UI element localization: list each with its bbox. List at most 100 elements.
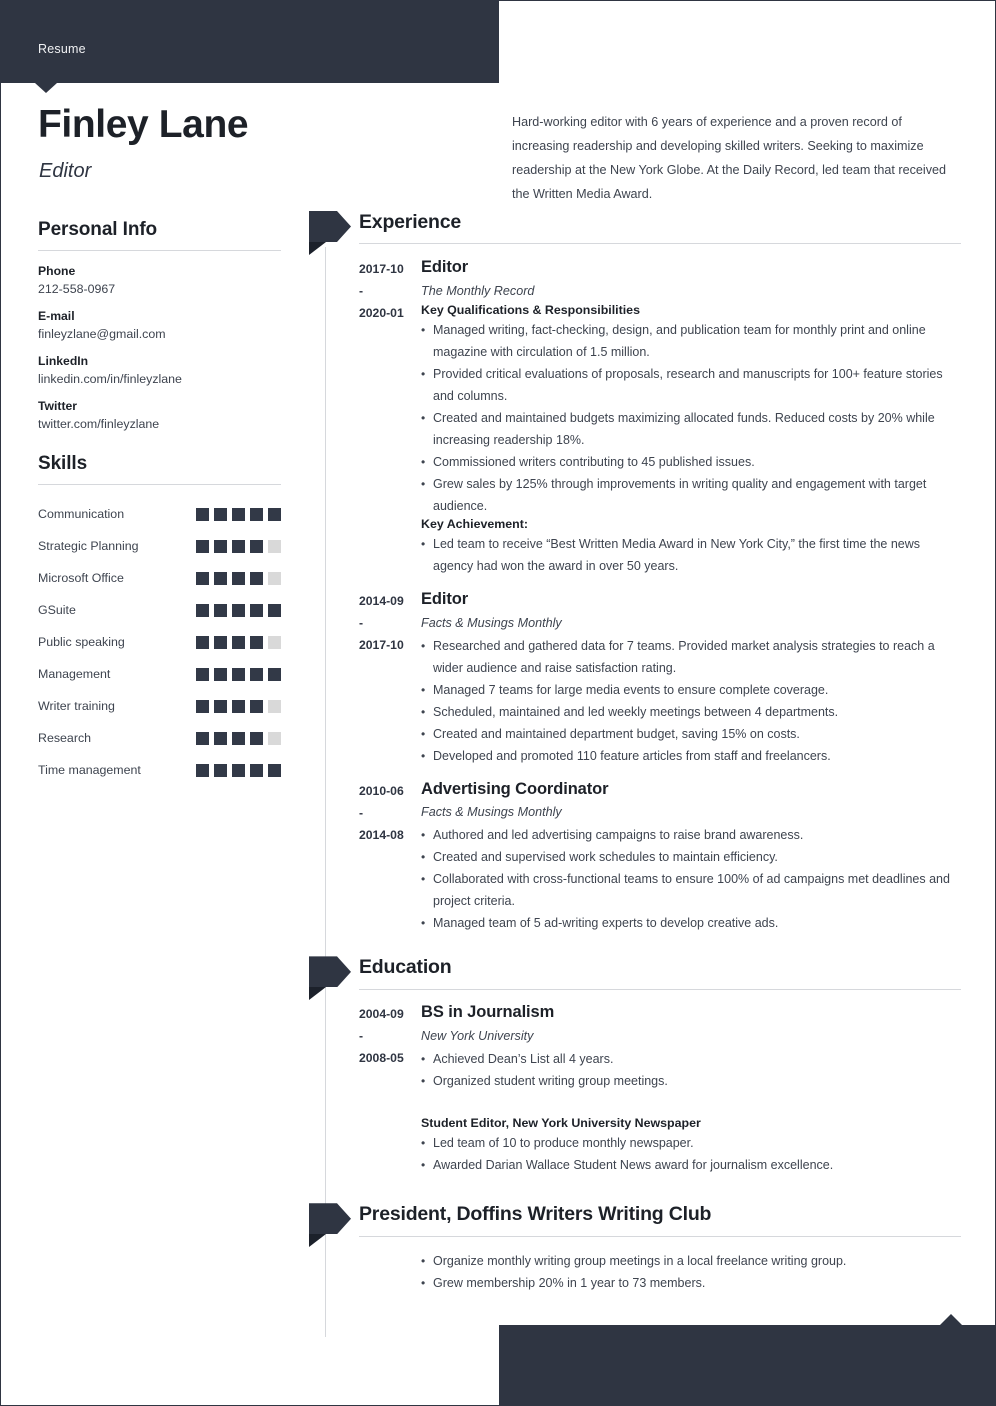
header-bar: Resume [1,1,499,83]
skill-square-filled [214,667,227,681]
skill-row: Management [38,658,281,690]
personal-info-label: Twitter [38,399,78,413]
bullet-item: Collaborated with cross-functional teams… [421,868,961,912]
entry-body: BS in Journalism New York University Achie… [411,1003,961,1176]
entry-date-start: 2004-09 - [359,1007,404,1044]
club-divider [359,1235,961,1237]
skill-level-meter [196,667,281,681]
entry: 2017-10 - 2020-01 Editor The Monthly Record… [309,245,961,577]
skill-level-meter [196,603,281,617]
skill-row: Public speaking [38,626,281,658]
education-section-header: Education [309,956,961,1001]
entry: 2014-09 - 2017-10 Editor Facts & Musings Mo… [309,577,961,767]
skill-square-filled [214,507,227,521]
skill-row: Strategic Planning [38,530,281,562]
skill-square-filled [232,699,245,713]
bullet-item: Grew membership 20% in 1 year to 73 memb… [421,1272,961,1294]
skill-square-filled [232,667,245,681]
skill-level-meter [196,507,281,521]
skill-square-filled [196,571,209,585]
experience-heading: Experience [359,211,462,233]
bullet-item: Authored and led advertising campaigns t… [421,824,961,846]
skill-square-empty [268,731,281,745]
entry-role: Editor [421,589,469,608]
skill-level-meter [196,763,281,777]
entry-subheading-secondary: Key Achievement: [421,516,528,531]
entry-date-start: 2014-09 - [359,593,404,630]
personal-info-section: Personal Info Phone 212-558-0967 E-mail fin… [38,219,281,431]
skill-level-meter [196,699,281,713]
entry-dates: 2014-09 - 2017-10 [309,590,411,767]
personal-info-list: Phone 212-558-0967 E-mail finleyzlane@gmail… [38,264,281,431]
ribbon-marker-icon [309,1203,351,1248]
entry-bullets: Achieved Dean’s List all 4 years.Organiz… [421,1048,961,1092]
skill-square-empty [268,571,281,585]
entry-bullets: Managed writing, fact-checking, design, … [421,319,961,517]
bullet-item: Led team of 10 to produce monthly newspa… [421,1132,961,1154]
skill-name: Strategic Planning [38,539,139,553]
bullet-item: Managed team of 5 ad-writing experts to … [421,912,961,934]
skill-square-filled [250,635,263,649]
education-heading: Education [359,956,452,979]
skill-square-filled [196,635,209,649]
skill-square-filled [214,635,227,649]
sidebar: Personal Info Phone 212-558-0967 E-mail fin… [38,219,281,786]
skill-level-meter [196,731,281,745]
bullet-item: Scheduled, maintained and led weekly mee… [421,701,961,723]
personal-info-label: LinkedIn [38,354,89,368]
bullet-item: Organize monthly writing group meetings … [421,1250,961,1272]
personal-info-item: E-mail finleyzlane@gmail.com [38,309,281,341]
ribbon-marker-icon [309,956,351,1001]
skill-name: Microsoft Office [38,571,124,585]
entry-date-start: 2017-10 - [359,262,404,298]
entry-date-end: 2020-01 [359,306,404,320]
bullet-item: Led team to receive “Best Written Media … [421,533,961,577]
skill-square-filled [250,507,263,521]
personal-info-value: twitter.com/finleyzlane [38,417,160,431]
experience-entries: 2017-10 - 2020-01 Editor The Monthly Record… [309,245,961,934]
skill-square-filled [232,763,245,777]
personal-info-label: Phone [38,264,76,278]
candidate-name: Finley Lane [38,103,249,146]
bullet-item: Created and maintained budgets maximizin… [421,407,961,451]
skill-square-filled [232,507,245,521]
skill-level-meter [196,571,281,585]
bullet-item: Provided critical evaluations of proposa… [421,363,961,407]
skill-square-filled [268,507,281,521]
candidate-job-title: Editor [39,160,92,182]
personal-info-value: 212-558-0967 [38,282,116,296]
skill-square-filled [214,699,227,713]
experience-section: Experience 2017-10 - 2020-01 Editor The Mon… [309,211,961,934]
skill-square-empty [268,635,281,649]
club-section: President, Doffins Writers Writing Club … [309,1203,961,1294]
skill-row: Microsoft Office [38,562,281,594]
skill-square-empty [268,699,281,713]
club-heading: President, Doffins Writers Writing Club [359,1203,712,1226]
skill-square-filled [250,571,263,585]
education-entries: 2004-09 - 2008-05 BS in Journalism New York… [309,990,961,1176]
bullet-item: Grew sales by 125% through improvements … [421,473,961,517]
skills-list: Communication Strategic Planning Microsoft… [38,498,281,786]
skill-square-filled [196,731,209,745]
education-section: Education 2004-09 - 2008-05 BS in Journali… [309,956,961,1176]
bullet-item: Achieved Dean’s List all 4 years. [421,1048,961,1070]
skill-square-filled [232,731,245,745]
skill-square-empty [268,539,281,553]
skill-name: GSuite [38,603,76,617]
skill-name: Management [38,667,111,681]
resume-page: Resume Finley Lane Editor Hard-working e… [0,0,996,1406]
entry-date-end: 2017-10 [359,637,404,652]
entry: 2010-06 - 2014-08 Advertising Coordinator F… [309,767,961,935]
skill-square-filled [268,667,281,681]
entry-role: Advertising Coordinator [421,779,609,798]
personal-info-item: Twitter twitter.com/finleyzlane [38,399,281,431]
education-divider [359,988,961,990]
skill-row: GSuite [38,594,281,626]
skill-square-filled [214,571,227,585]
skill-square-filled [250,539,263,553]
club-bullets-wrap: Organize monthly writing group meetings … [309,1237,961,1294]
skill-square-filled [232,635,245,649]
entry-subheading-secondary: Student Editor, New York University News… [421,1116,701,1131]
skill-square-filled [250,731,263,745]
skill-name: Writer training [38,699,115,713]
